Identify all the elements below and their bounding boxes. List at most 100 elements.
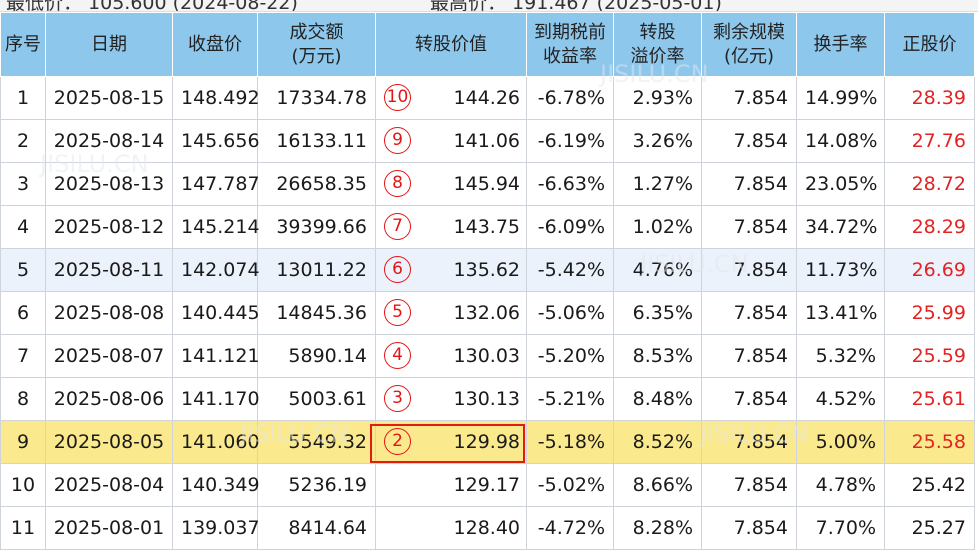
table-row[interactable]: 6 2025-08-08 140.445 14845.36 5 132.06 -5.06% 6… [0,291,975,335]
amount-cell: 5003.61 [257,377,376,421]
conversion-value-text: 129.98 [453,431,520,453]
bond-history-table: 序号 日期 收盘价 成交额 (万元) 转股价值 到期税前 收益率 转股 溢价率 剩余规模 (亿元) 换手… [0,12,975,550]
ytm-cell: -4.72% [526,506,614,550]
column-header-conv-value[interactable]: 转股价值 [375,12,527,77]
turnover-cell: 14.08% [796,119,885,163]
table-row[interactable]: 5 2025-08-11 142.074 13011.22 6 135.62 -5.42% 4… [0,248,975,292]
rank-circle-badge: 6 [384,256,411,283]
remaining-size-cell: 7.854 [701,119,797,163]
column-header-ytm[interactable]: 到期税前 收益率 [526,12,614,77]
remaining-size-cell: 7.854 [701,76,797,120]
amount-cell: 5890.14 [257,334,376,378]
premium-cell: 8.28% [613,506,702,550]
price-summary-bar: 最低价： 105.600 (2024-08-22) 最高价： 191.467 (… [0,0,978,12]
conversion-value-cell: 4 130.03 [375,334,527,378]
turnover-cell: 4.78% [796,463,885,507]
table-row[interactable]: 7 2025-08-07 141.121 5890.14 4 130.03 -5.20% 8.… [0,334,975,378]
table-row[interactable]: 2 2025-08-14 145.656 16133.11 9 141.06 -6.19% 3… [0,119,975,163]
conversion-value-cell: 128.40 [375,506,527,550]
date-cell: 2025-08-08 [45,291,173,335]
column-header-close[interactable]: 收盘价 [172,12,258,77]
low-price-summary: 最低价： 105.600 (2024-08-22) [6,0,298,12]
close-price-cell: 140.349 [172,463,260,507]
column-header-amount[interactable]: 成交额 (万元) [257,12,376,77]
stock-price-cell: 25.58 [884,420,975,464]
stock-price-cell: 25.42 [884,463,975,507]
amount-cell: 17334.78 [257,76,376,120]
date-cell: 2025-08-06 [45,377,173,421]
stock-price-cell: 28.72 [884,162,975,206]
premium-cell: 2.93% [613,76,702,120]
date-cell: 2025-08-04 [45,463,173,507]
ytm-cell: -6.63% [526,162,614,206]
amount-cell: 39399.66 [257,205,376,249]
rank-circle-badge: 9 [384,127,411,154]
premium-cell: 8.52% [613,420,702,464]
amount-cell: 16133.11 [257,119,376,163]
remaining-size-cell: 7.854 [701,506,797,550]
ytm-cell: -5.21% [526,377,614,421]
ytm-cell: -5.18% [526,420,614,464]
conversion-value-text: 130.13 [453,388,520,410]
conversion-value-cell: 2 129.98 [375,420,527,464]
date-cell: 2025-08-01 [45,506,173,550]
close-price-cell: 148.492 [172,76,260,120]
rank-circle-badge: 7 [384,213,411,240]
table-row[interactable]: 4 2025-08-12 145.214 39399.66 7 143.75 -6.09% 1… [0,205,975,249]
table-row[interactable]: 3 2025-08-13 147.787 26658.35 8 145.94 -6.63% 1… [0,162,975,206]
column-header-remaining[interactable]: 剩余规模 (亿元) [701,12,797,77]
stock-price-cell: 25.59 [884,334,975,378]
turnover-cell: 5.00% [796,420,885,464]
remaining-size-cell: 7.854 [701,377,797,421]
premium-cell: 8.66% [613,463,702,507]
conversion-value-cell: 5 132.06 [375,291,527,335]
row-index: 5 [0,248,46,292]
ytm-cell: -6.78% [526,76,614,120]
row-index: 8 [0,377,46,421]
close-price-cell: 141.060 [172,420,260,464]
ytm-cell: -5.02% [526,463,614,507]
stock-price-cell: 25.27 [884,506,975,550]
rank-circle-badge: 5 [384,299,411,326]
conversion-value-cell: 3 130.13 [375,377,527,421]
row-index: 6 [0,291,46,335]
rank-circle-badge: 3 [384,385,411,412]
table-row[interactable]: 1 2025-08-15 148.492 17334.78 10 144.26 -6.78%… [0,76,975,120]
conversion-value-text: 130.03 [453,345,520,367]
table-row[interactable]: 10 2025-08-04 140.349 5236.19 129.17 -5.02% 8.… [0,463,975,507]
close-price-cell: 147.787 [172,162,260,206]
amount-cell: 8414.64 [257,506,376,550]
conversion-value-text: 143.75 [453,216,520,238]
conversion-value-cell: 129.17 [375,463,527,507]
date-cell: 2025-08-11 [45,248,173,292]
amount-cell: 26658.35 [257,162,376,206]
table-row[interactable]: 9 2025-08-05 141.060 5549.32 2 129.98 -5.18% 8.… [0,420,975,464]
turnover-cell: 11.73% [796,248,885,292]
remaining-size-cell: 7.854 [701,334,797,378]
remaining-size-cell: 7.854 [701,420,797,464]
column-header-date[interactable]: 日期 [45,12,173,77]
conversion-value-cell: 10 144.26 [375,76,527,120]
turnover-cell: 7.70% [796,506,885,550]
column-header-turnover[interactable]: 换手率 [796,12,885,77]
row-index: 1 [0,76,46,120]
table-row[interactable]: 11 2025-08-01 139.037 8414.64 128.40 -4.72% 8.… [0,506,975,550]
turnover-cell: 23.05% [796,162,885,206]
conversion-value-text: 128.40 [453,517,520,539]
rank-circle-badge: 8 [384,170,411,197]
table-row[interactable]: 8 2025-08-06 141.170 5003.61 3 130.13 -5.21% 8.… [0,377,975,421]
column-header-premium[interactable]: 转股 溢价率 [613,12,702,77]
column-header-stock-price[interactable]: 正股价 [884,12,975,77]
stock-price-cell: 28.29 [884,205,975,249]
close-price-cell: 141.170 [172,377,260,421]
date-cell: 2025-08-07 [45,334,173,378]
conversion-value-text: 135.62 [453,259,520,281]
column-header-no[interactable]: 序号 [0,12,46,77]
conversion-value-cell: 8 145.94 [375,162,527,206]
turnover-cell: 13.41% [796,291,885,335]
remaining-size-cell: 7.854 [701,463,797,507]
date-cell: 2025-08-05 [45,420,173,464]
turnover-cell: 14.99% [796,76,885,120]
row-index: 10 [0,463,46,507]
remaining-size-cell: 7.854 [701,291,797,335]
